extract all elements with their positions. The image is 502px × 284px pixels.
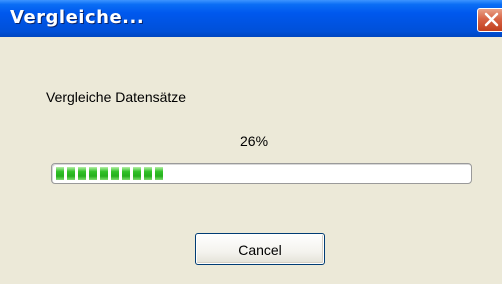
progress-segment — [133, 167, 141, 180]
dialog-body: Vergleiche Datensätze 26% Cancel — [0, 37, 502, 284]
window-title: Vergleiche... — [10, 7, 145, 28]
cancel-button[interactable]: Cancel — [195, 233, 325, 265]
progress-segment — [89, 167, 97, 180]
progress-segment — [144, 167, 152, 180]
status-message: Vergleiche Datensätze — [46, 89, 187, 105]
progress-segment — [100, 167, 108, 180]
progress-segment — [56, 167, 64, 180]
progress-segment — [111, 167, 119, 180]
title-bar[interactable]: Vergleiche... — [0, 0, 502, 37]
progress-percent: 26% — [240, 133, 269, 149]
close-icon — [484, 12, 499, 27]
progress-dialog: Vergleiche... Vergleiche Datensätze 26% … — [0, 0, 502, 284]
progress-segment — [122, 167, 130, 180]
close-button[interactable] — [477, 8, 502, 32]
progress-segment — [155, 167, 163, 180]
progress-bar — [51, 163, 472, 184]
progress-segment — [67, 167, 75, 180]
progress-fill — [56, 167, 163, 180]
progress-segment — [78, 167, 86, 180]
